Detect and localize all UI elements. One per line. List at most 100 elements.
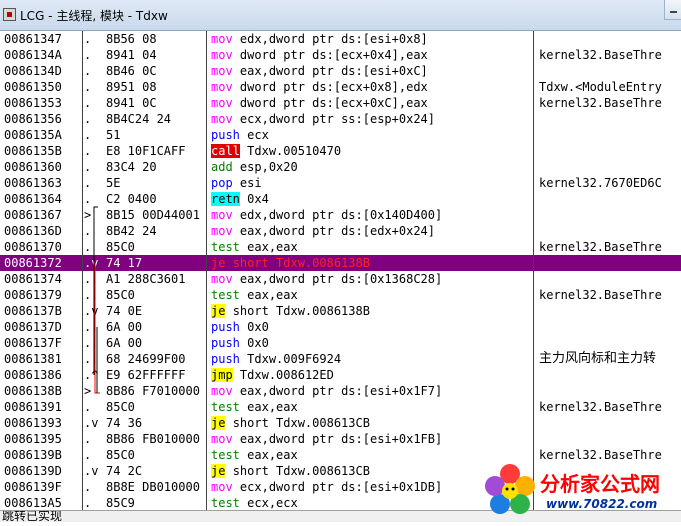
window-title: LCG - 主线程, 模块 - Tdxw [20, 9, 168, 23]
jump-path-arrows [93, 206, 100, 394]
hex-bytes-cell: 8B56 08 [106, 32, 157, 46]
minimize-button[interactable] [664, 0, 681, 20]
hex-bytes-cell: C2 0400 [106, 192, 157, 206]
address-cell: 00861347 [4, 32, 62, 46]
operands: edx,dword ptr ds:[0x140D400] [239, 208, 443, 222]
disasm-row[interactable]: 0086134D. 8B46 0C mov eax,dword ptr ds:[es… [0, 63, 681, 79]
mnemonic: mov [211, 224, 233, 238]
hex-bytes-cell: 8941 0C [106, 96, 157, 110]
mnemonic: push [211, 352, 240, 366]
watermark-text: 分析家公式网 [540, 472, 660, 496]
column-divider[interactable] [82, 31, 83, 510]
mnemonic: je [211, 304, 226, 318]
address-cell: 00861364 [4, 192, 62, 206]
address-cell: 0086135A [4, 128, 62, 142]
hex-bytes-cell: 8B8E DB010000 [106, 480, 200, 494]
address-cell: 00861356 [4, 112, 62, 126]
instruction-cell: mov ecx,dword ptr ds:[esi+0x1DB] [211, 479, 442, 495]
disasm-row[interactable]: 0086136D. 8B42 24 mov eax,dword ptr ds:[ed… [0, 223, 681, 239]
column-divider[interactable] [206, 31, 207, 510]
hex-bytes-cell: 85C0 [106, 240, 135, 254]
instruction-cell: retn 0x4 [211, 191, 269, 207]
disasm-row[interactable]: 00861363. 5E pop esi kernel32.7670ED6C [0, 175, 681, 191]
mnemonic: add [211, 160, 233, 174]
address-cell: 0086137F [4, 336, 62, 350]
disassembly-listing[interactable]: 00861347. 8B56 08 mov edx,dword ptr ds:[es… [0, 31, 681, 510]
instruction-cell: je short Tdxw.008613CB [211, 463, 370, 479]
mnemonic: je [211, 256, 226, 270]
disasm-row[interactable]: 00861374. A1 288C3601 mov eax,dword ptr ds… [0, 271, 681, 287]
disasm-row[interactable]: 00861381. 68 24699F00 push Tdxw.009F6924 主力… [0, 351, 681, 367]
mnemonic: je [211, 416, 226, 430]
hex-bytes-cell: 8B46 0C [106, 64, 157, 78]
disasm-row[interactable]: 00861347. 8B56 08 mov edx,dword ptr ds:[es… [0, 31, 681, 47]
disasm-row[interactable]: 0086135B. E8 10F1CAFF call Tdxw.00510470 [0, 143, 681, 159]
disasm-row[interactable]: 00861367 >8B15 00D44001 mov edx,dword ptr … [0, 207, 681, 223]
disasm-row[interactable]: 00861393 .v 74 36 je short Tdxw.008613CB [0, 415, 681, 431]
mnemonic: mov [211, 112, 233, 126]
address-cell: 0086139D [4, 464, 62, 478]
hex-bytes-cell: 68 24699F00 [106, 352, 186, 366]
hex-bytes-cell: 85C0 [106, 448, 135, 462]
hex-bytes-cell: 51 [106, 128, 121, 142]
disasm-row[interactable]: 0086134A. 8941 04 mov dword ptr ds:[ecx+0x… [0, 47, 681, 63]
disasm-row[interactable]: 00861372 .v 74 17 je short Tdxw.0086138B [0, 255, 681, 271]
address-cell: 00861386 [4, 368, 62, 382]
hex-bytes-cell: A1 288C3601 [106, 272, 186, 286]
disasm-row[interactable]: 0086138B >8B86 F7010000 mov eax,dword ptr … [0, 383, 681, 399]
disasm-row[interactable]: 00861364. C2 0400 retn 0x4 [0, 191, 681, 207]
mnemonic: mov [211, 480, 233, 494]
comment-cell: kernel32.7670ED6C [539, 176, 662, 190]
comment-cell: kernel32.BaseThre [539, 96, 662, 110]
comment-cell: kernel32.BaseThre [539, 48, 662, 62]
operands: dword ptr ds:[ecx+0xC],eax [239, 96, 428, 110]
disasm-row[interactable]: 00861379. 85C0 test eax,eax kernel32.BaseTh… [0, 287, 681, 303]
instruction-cell: call Tdxw.00510470 [211, 143, 341, 159]
address-cell: 00861372 [4, 256, 62, 270]
address-cell: 0086138B [4, 384, 62, 398]
address-cell: 00861360 [4, 160, 62, 174]
mnemonic: je [211, 464, 226, 478]
disasm-row[interactable]: 0086137D. 6A 00 push 0x0 [0, 319, 681, 335]
operands: eax,eax [247, 288, 298, 302]
operands: eax,eax [247, 240, 298, 254]
address-cell: 0086134A [4, 48, 62, 62]
hex-bytes-cell: 8B15 00D44001 [106, 208, 200, 222]
mnemonic: mov [211, 64, 233, 78]
disasm-row[interactable]: 00861356. 8B4C24 24 mov ecx,dword ptr ss:[… [0, 111, 681, 127]
comment-cell: 主力风向标和主力转 [539, 351, 657, 366]
hex-bytes-cell: 5E [106, 176, 121, 190]
operands: esi [239, 176, 262, 190]
instruction-cell: jmp Tdxw.008612ED [211, 367, 334, 383]
comment-cell: kernel32.BaseThre [539, 240, 662, 254]
disasm-row[interactable]: 00861353. 8941 0C mov dword ptr ds:[ecx+0x… [0, 95, 681, 111]
mnemonic: mov [211, 32, 233, 46]
operands: eax,eax [247, 400, 298, 414]
hex-bytes-cell: 8B4C24 24 [106, 112, 172, 126]
disasm-row[interactable]: 0086137F. 6A 00 push 0x0 [0, 335, 681, 351]
hex-bytes-cell: 74 36 [106, 416, 143, 430]
hex-bytes-cell: 8B42 24 [106, 224, 157, 238]
comment-cell: kernel32.BaseThre [539, 400, 662, 414]
address-cell: 00861393 [4, 416, 62, 430]
disasm-row[interactable]: 00861350. 8951 08 mov dword ptr ds:[ecx+0x… [0, 79, 681, 95]
disasm-row[interactable]: 00861386 .^ E9 62FFFFFF jmp Tdxw.008612ED [0, 367, 681, 383]
disasm-row[interactable]: 0086137B .v 74 0E je short Tdxw.0086138B [0, 303, 681, 319]
instruction-cell: mov edx,dword ptr ds:[0x140D400] [211, 207, 442, 223]
instruction-cell: mov ecx,dword ptr ss:[esp+0x24] [211, 111, 435, 127]
instruction-cell: mov eax,dword ptr ds:[esi+0x1F7] [211, 383, 442, 399]
disasm-row[interactable]: 0086135A. 51 push ecx [0, 127, 681, 143]
address-cell: 0086137D [4, 320, 62, 334]
operands: dword ptr ds:[ecx+0x4],eax [239, 48, 428, 62]
disasm-row[interactable]: 00861395. 8B86 FB010000 mov eax,dword ptr … [0, 431, 681, 447]
disasm-row[interactable]: 00861391. 85C0 test eax,eax kernel32.BaseTh… [0, 399, 681, 415]
operands: eax,dword ptr ds:[esi+0x1F7] [239, 384, 443, 398]
hex-bytes-cell: 8B86 F7010000 [106, 384, 200, 398]
disasm-row[interactable]: 00861360. 83C4 20 add esp,0x20 [0, 159, 681, 175]
mnemonic: retn [211, 192, 240, 206]
column-divider[interactable] [533, 31, 534, 510]
hex-bytes-cell: 83C4 20 [106, 160, 157, 174]
instruction-cell: mov dword ptr ds:[ecx+0xC],eax [211, 95, 428, 111]
address-cell: 00861367 [4, 208, 62, 222]
disasm-row[interactable]: 00861370. 85C0 test eax,eax kernel32.BaseTh… [0, 239, 681, 255]
